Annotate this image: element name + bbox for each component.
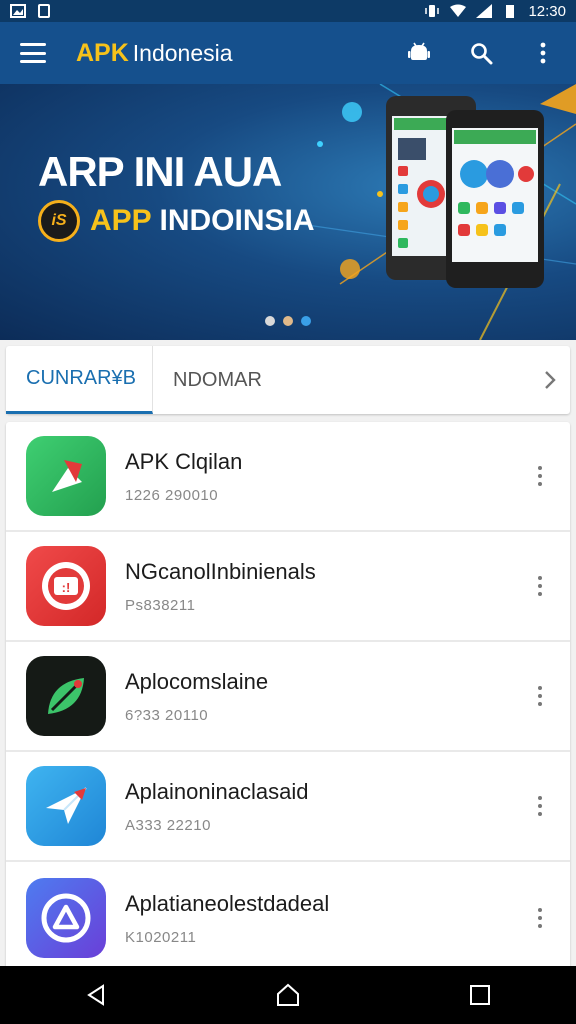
list-item[interactable]: APK Clqilan 1226 290010 (6, 422, 570, 532)
app-list: APK Clqilan 1226 290010 :! NGcanolInbini… (6, 422, 570, 974)
carousel-dot[interactable] (283, 316, 293, 326)
brand-bold: APK (76, 38, 129, 67)
promo-banner[interactable]: ARP INI AUA iS APP INDOINSIA (0, 84, 576, 340)
carousel-dot[interactable] (265, 316, 275, 326)
search-icon[interactable] (468, 40, 494, 66)
more-vert-icon[interactable] (530, 686, 550, 706)
android-icon[interactable] (406, 40, 432, 66)
more-vert-icon[interactable] (530, 466, 550, 486)
banner-subtitle-highlight: APP (90, 204, 152, 237)
banner-title: ARP INI AUA (38, 148, 282, 195)
app-meta: K1020211 (125, 928, 197, 946)
app-name: Aplainoninaclasaid (125, 778, 309, 804)
app-meta: Ps838211 (125, 596, 196, 614)
brand-rest: Indonesia (132, 39, 233, 66)
leaf-icon (26, 656, 106, 736)
chevron-right-icon[interactable] (530, 369, 570, 391)
screen-icon: :! (26, 546, 106, 626)
app-name: NGcanolInbinienals (125, 558, 316, 584)
vibrate-icon (425, 5, 440, 17)
tab-bar: CUNRAR¥B NDOMAR (6, 346, 570, 414)
app-name: APK Clqilan (125, 448, 243, 474)
paper-plane-icon (26, 766, 106, 846)
carousel-dot[interactable] (301, 316, 311, 326)
banner-subtitle-rest: INDOINSIA (159, 204, 315, 237)
battery-icon (506, 5, 515, 18)
phones-illustration (386, 96, 544, 288)
app-meta: 6?33 20110 (125, 706, 209, 724)
app-store-icon (26, 878, 106, 958)
more-vert-icon[interactable] (530, 908, 550, 928)
svg-text::!: :! (62, 580, 71, 595)
app-meta: A333 22210 (125, 816, 211, 834)
tab-second[interactable]: NDOMAR (153, 346, 282, 414)
list-item[interactable]: :! NGcanolInbinienals Ps838211 (6, 532, 570, 642)
recents-icon[interactable] (460, 975, 500, 1015)
carousel-dots[interactable] (0, 316, 576, 326)
brand-title: APK Indonesia (76, 39, 233, 68)
more-vert-icon[interactable] (530, 796, 550, 816)
app-name: Aplocomslaine (125, 668, 269, 694)
banner-logo: iS (38, 200, 80, 242)
signal-icon (476, 4, 493, 18)
gallery-icon (10, 4, 26, 18)
pin-icon (26, 436, 106, 516)
list-item[interactable]: Aplatianeolestdadeal K1020211 (6, 862, 570, 974)
more-vert-icon[interactable] (530, 40, 556, 66)
banner-subtitle: iS APP INDOINSIA (38, 200, 315, 242)
home-icon[interactable] (268, 975, 308, 1015)
sim-icon (38, 4, 50, 18)
menu-icon[interactable] (20, 43, 46, 63)
status-time: 12:30 (528, 2, 566, 20)
wifi-icon (450, 4, 467, 17)
app-meta: 1226 290010 (125, 486, 219, 504)
app-name: Aplatianeolestdadeal (125, 890, 330, 916)
list-item[interactable]: Aplocomslaine 6?33 20110 (6, 642, 570, 752)
more-vert-icon[interactable] (530, 576, 550, 596)
tab-active[interactable]: CUNRAR¥B (6, 346, 153, 414)
status-bar: 12:30 (0, 0, 576, 22)
back-icon[interactable] (76, 975, 116, 1015)
list-item[interactable]: Aplainoninaclasaid A333 22210 (6, 752, 570, 862)
system-nav-bar (0, 966, 576, 1024)
app-bar: APK Indonesia (0, 22, 576, 84)
